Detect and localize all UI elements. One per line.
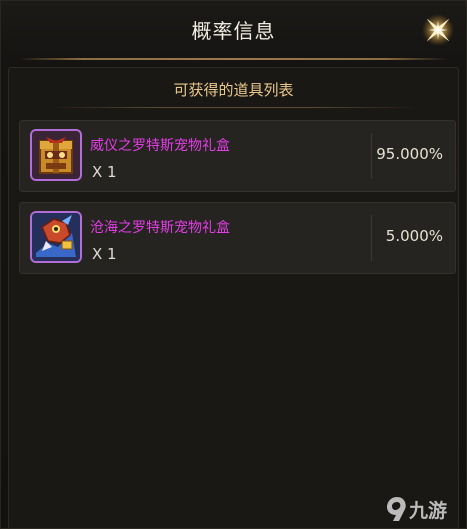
sparkle-close-icon bbox=[422, 14, 454, 46]
item-quantity: X 1 bbox=[92, 245, 117, 263]
column-divider bbox=[371, 215, 372, 261]
watermark-text: 九游 bbox=[409, 500, 448, 522]
section-subtitle: 可获得的道具列表 bbox=[173, 81, 294, 99]
dialog-title: 概率信息 bbox=[191, 19, 276, 43]
gift-box-pet-icon[interactable] bbox=[30, 129, 82, 181]
item-quantity: X 1 bbox=[92, 163, 117, 181]
item-name: 沧海之罗特斯宠物礼盒 bbox=[90, 220, 230, 236]
title-divider bbox=[18, 58, 448, 60]
blue-pet-box-icon-art bbox=[32, 213, 80, 261]
blue-pet-box-icon[interactable] bbox=[30, 211, 82, 263]
subtitle-divider bbox=[50, 107, 417, 108]
watermark: 九游 bbox=[385, 493, 465, 525]
column-divider bbox=[371, 133, 372, 179]
item-probability: 95.000% bbox=[376, 145, 443, 163]
jiuyou-logo-icon bbox=[387, 497, 406, 521]
close-button[interactable] bbox=[416, 8, 460, 52]
gift-box-pet-icon-art bbox=[32, 131, 80, 179]
item-name: 威仪之罗特斯宠物礼盒 bbox=[90, 138, 230, 154]
item-probability: 5.000% bbox=[385, 227, 443, 245]
item-row[interactable]: 沧海之罗特斯宠物礼盒 X 1 5.000% bbox=[19, 202, 456, 274]
item-row[interactable]: 威仪之罗特斯宠物礼盒 X 1 95.000% bbox=[19, 120, 456, 192]
